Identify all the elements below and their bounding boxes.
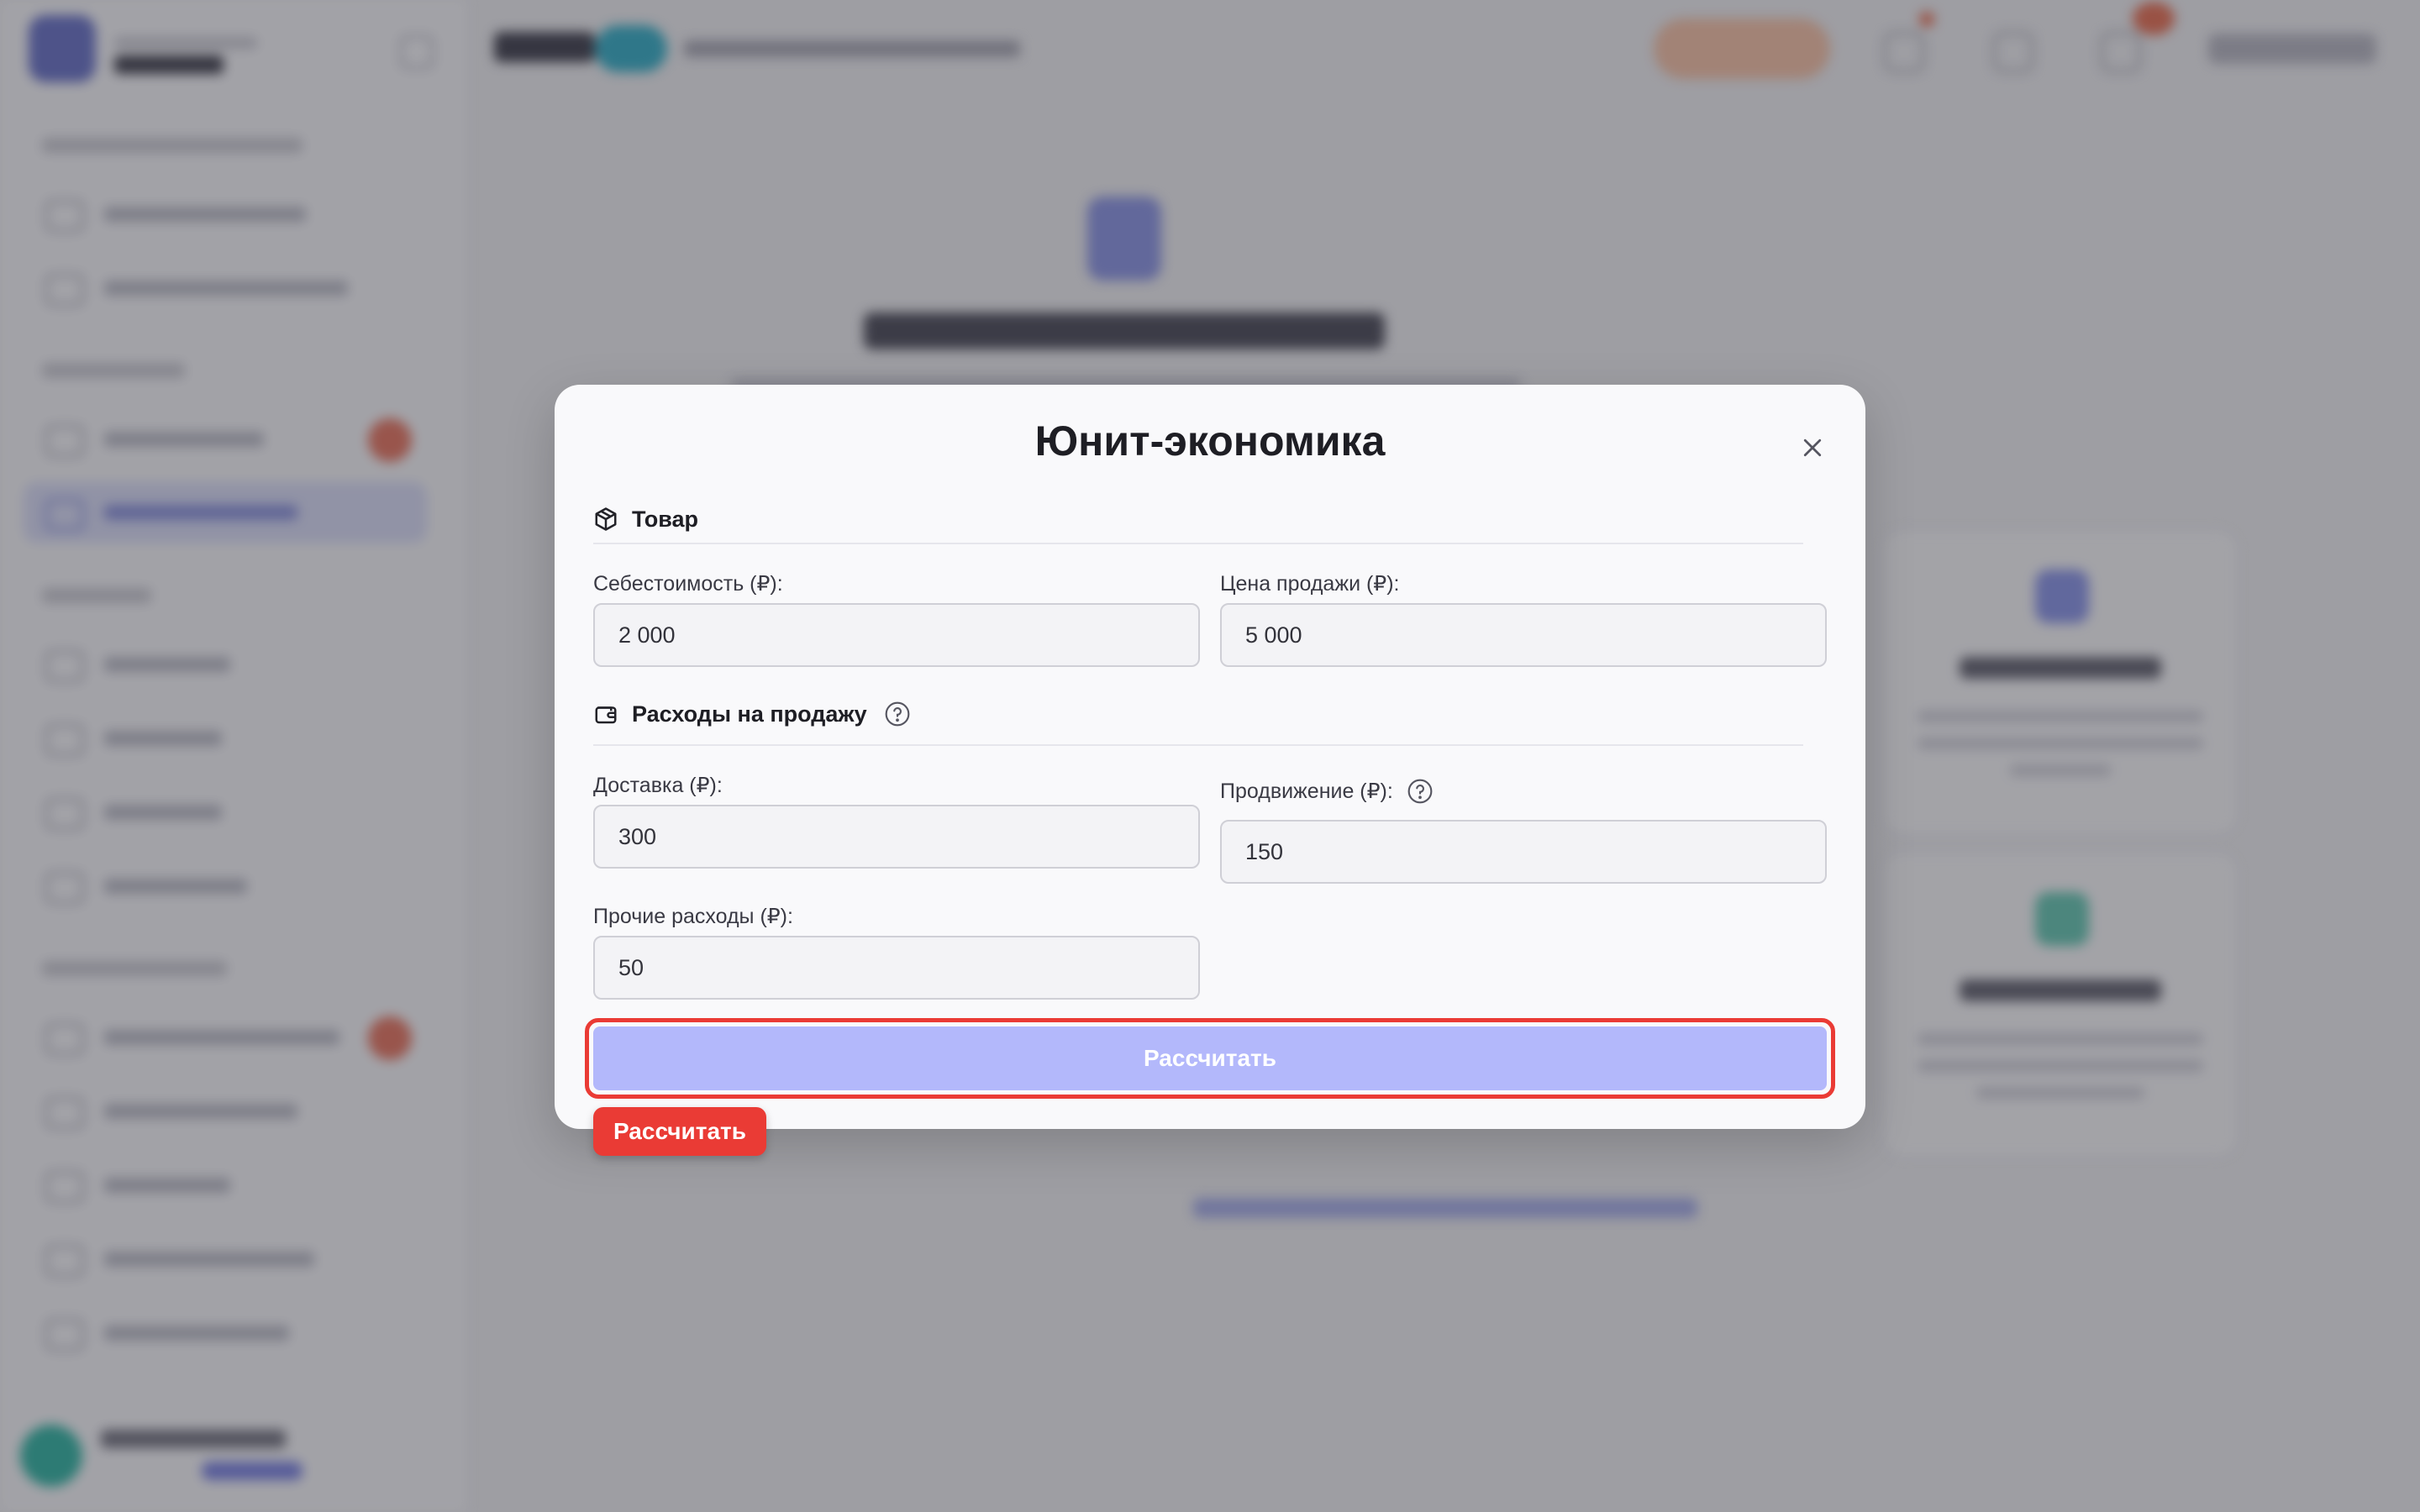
calculate-button[interactable]: Рассчитать	[593, 1026, 1827, 1090]
promotion-label-text: Продвижение (₽):	[1220, 780, 1393, 803]
price-label-text: Цена продажи (₽):	[1220, 572, 1400, 596]
modal-title: Юнит-экономика	[1034, 417, 1386, 465]
delivery-input[interactable]	[593, 805, 1200, 869]
promotion-label: Продвижение (₽):	[1220, 778, 1434, 805]
cost-label: Себестоимость (₽):	[593, 571, 783, 596]
box-icon	[593, 507, 618, 532]
wallet-icon	[593, 701, 618, 727]
expenses-section-header: Расходы на продажу	[593, 697, 911, 731]
divider	[593, 543, 1803, 544]
price-label: Цена продажи (₽):	[1220, 571, 1399, 596]
delivery-label: Доставка (₽):	[593, 773, 723, 798]
product-section-header: Товар	[593, 502, 698, 536]
close-icon[interactable]	[1790, 425, 1835, 470]
promotion-input[interactable]	[1220, 820, 1827, 884]
other-expenses-label: Прочие расходы (₽):	[593, 904, 793, 929]
other-expenses-input[interactable]	[593, 936, 1200, 1000]
cost-input[interactable]	[593, 603, 1200, 667]
product-section-label: Товар	[632, 506, 699, 532]
calculate-button-highlight: Рассчитать	[585, 1018, 1835, 1099]
cost-label-text: Себестоимость (₽):	[593, 572, 783, 596]
divider	[593, 744, 1803, 746]
question-circle-icon[interactable]	[1407, 778, 1434, 805]
other-expenses-label-text: Прочие расходы (₽):	[593, 905, 793, 928]
expenses-section-label: Расходы на продажу	[632, 701, 867, 727]
unit-economics-modal: Юнит-экономика Товар Себестоимость (₽): …	[555, 385, 1865, 1129]
question-circle-icon[interactable]	[884, 701, 911, 727]
delivery-label-text: Доставка (₽):	[593, 774, 723, 797]
annotation-tag: Рассчитать	[593, 1107, 766, 1156]
price-input[interactable]	[1220, 603, 1827, 667]
